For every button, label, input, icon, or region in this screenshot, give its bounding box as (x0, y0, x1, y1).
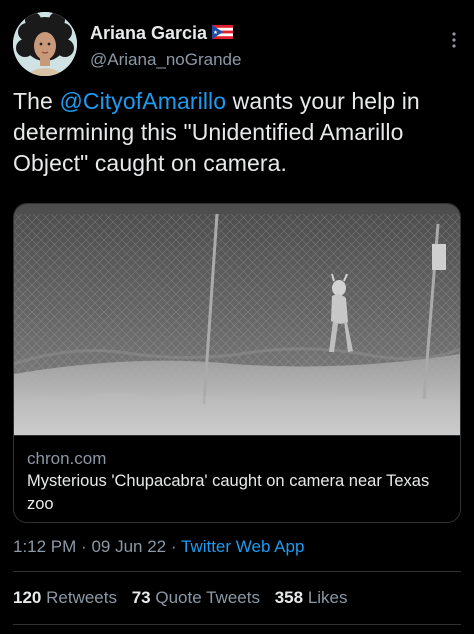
quotes-label: Quote Tweets (155, 588, 260, 607)
more-options-icon[interactable] (447, 30, 461, 50)
card-domain: chron.com (27, 449, 107, 468)
likes-count: 358 (274, 588, 304, 607)
tweet-time[interactable]: 1:12 PM (13, 537, 76, 556)
card-meta: chron.com Mysterious 'Chupacabra' caught… (14, 435, 460, 522)
card-title: Mysterious 'Chupacabra' caught on camera… (27, 472, 430, 513)
card-image (14, 204, 460, 435)
retweets-label: Retweets (46, 588, 117, 607)
avatar[interactable] (13, 12, 77, 76)
divider (13, 571, 461, 572)
tweet-date[interactable]: 09 Jun 22 (91, 537, 166, 556)
retweets-count: 120 (13, 588, 42, 607)
puerto-rico-flag-icon (212, 25, 234, 39)
tweet-text-before: The (13, 88, 60, 114)
tweet-header: Ariana Garcia @Ariana_noGrande (13, 12, 461, 82)
likes-label: Likes (307, 588, 348, 607)
display-name[interactable]: Ariana Garcia (90, 22, 207, 44)
meta-separator: · (81, 537, 87, 556)
meta-separator: · (170, 537, 177, 556)
likes-stat[interactable]: 358 Likes (275, 588, 348, 607)
avatar-illustration (13, 12, 77, 76)
retweets-stat[interactable]: 120 Retweets (13, 588, 117, 607)
quotes-count: 73 (131, 588, 151, 607)
stats-row: 120 Retweets 73 Quote Tweets 358 Likes (13, 588, 358, 608)
timestamp-row: 1:12 PM · 09 Jun 22 · Twitter Web App (13, 537, 304, 557)
tweet-text: The @CityofAmarillo wants your help in d… (13, 86, 463, 179)
tweet-source-link[interactable]: Twitter Web App (181, 537, 304, 556)
link-card[interactable]: chron.com Mysterious 'Chupacabra' caught… (13, 203, 461, 523)
tweet: Ariana Garcia @Ariana_noGrande The @City… (0, 0, 474, 634)
author-block: Ariana Garcia @Ariana_noGrande (90, 22, 241, 70)
quote-tweets-stat[interactable]: 73 Quote Tweets (132, 588, 260, 607)
divider (13, 624, 461, 625)
mention-link[interactable]: @CityofAmarillo (59, 88, 226, 114)
handle[interactable]: @Ariana_noGrande (90, 50, 241, 70)
